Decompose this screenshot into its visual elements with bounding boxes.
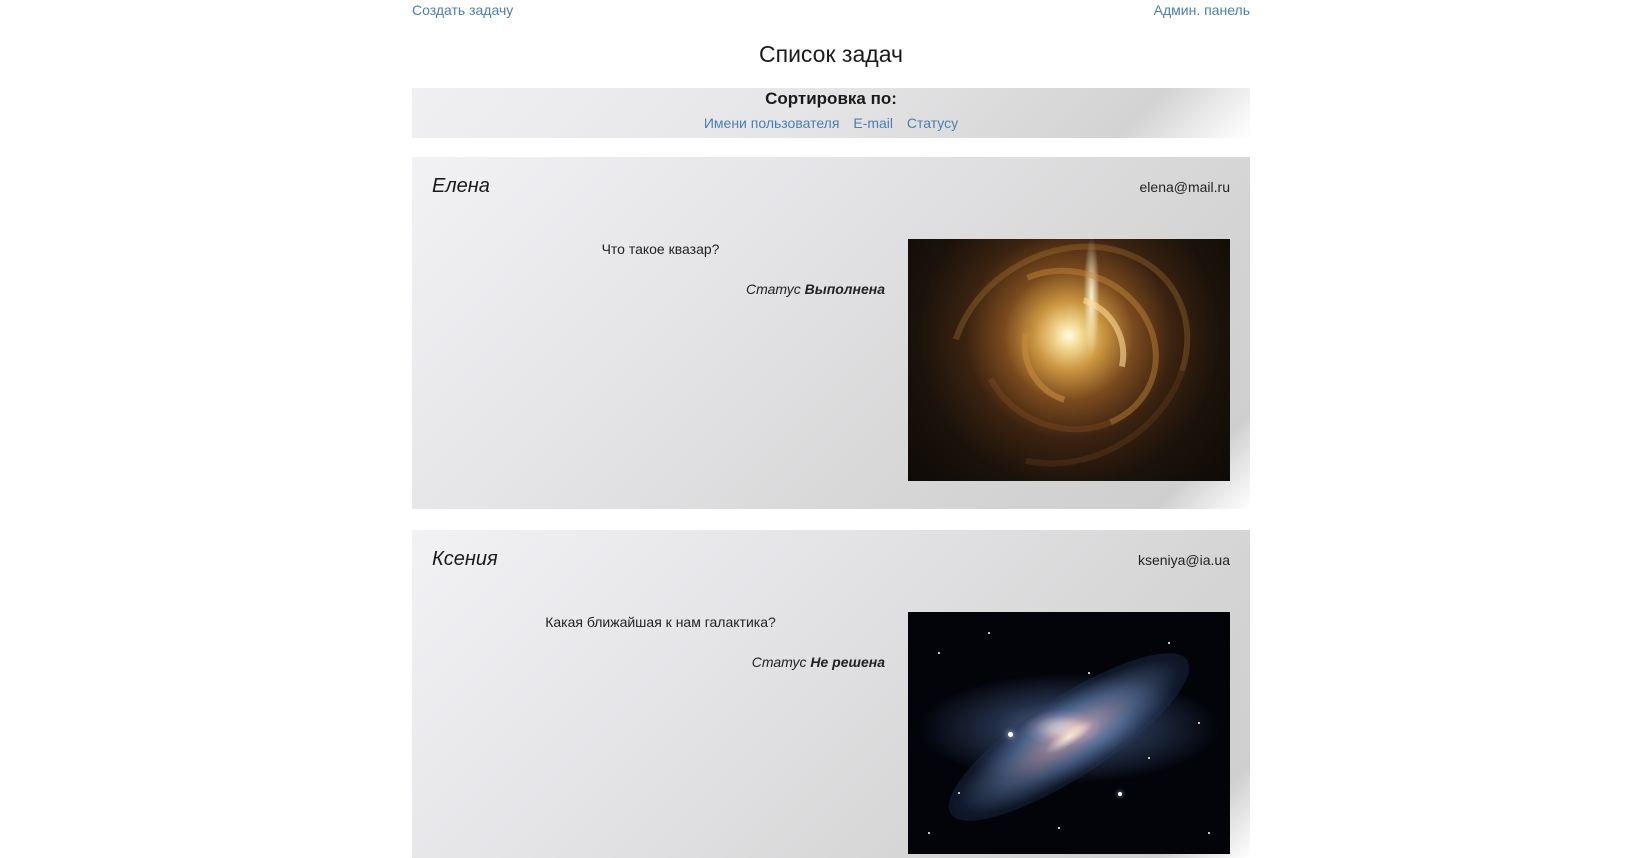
page-container: Создать задачу Админ. панель Список зада… — [412, 0, 1250, 138]
star — [1088, 672, 1090, 674]
top-nav: Создать задачу Админ. панель — [412, 0, 1250, 22]
sort-title: Сортировка по: — [765, 89, 897, 108]
task-user-name: Елена — [432, 175, 490, 197]
star — [1058, 827, 1060, 829]
star — [958, 792, 960, 794]
sort-by-email-link[interactable]: E-mail — [853, 115, 893, 131]
star — [1168, 642, 1170, 644]
task-card: Ксения kseniya@ia.ua Какая ближайшая к н… — [412, 530, 1250, 858]
sort-by-username-link[interactable]: Имени пользователя — [704, 115, 840, 131]
task-card: Елена elena@mail.ru Что такое квазар? Ст… — [412, 157, 1250, 509]
task-status: Статус Не решена — [432, 654, 885, 670]
star — [1008, 732, 1013, 737]
task-status: Статус Выполнена — [432, 281, 885, 297]
status-label: Статус — [751, 654, 807, 670]
star — [1148, 757, 1150, 759]
sort-panel: Сортировка по: Имени пользователя E-mail… — [412, 88, 1250, 138]
status-value: Не решена — [810, 654, 885, 670]
star — [928, 832, 930, 834]
task-text: Какая ближайшая к нам галактика? — [545, 614, 776, 630]
task-text: Что такое квазар? — [601, 241, 720, 257]
star — [1118, 792, 1122, 796]
quasar-image — [908, 239, 1230, 481]
sort-options: Имени пользователя E-mail Статусу — [412, 113, 1250, 133]
page-title: Список задач — [759, 41, 903, 67]
admin-panel-link[interactable]: Админ. панель — [1154, 2, 1250, 18]
task-email: kseniya@ia.ua — [1137, 552, 1230, 568]
star — [988, 632, 990, 634]
status-value: Выполнена — [804, 281, 885, 297]
task-user-name: Ксения — [432, 548, 498, 570]
galaxy-image — [908, 612, 1230, 854]
star — [1198, 722, 1200, 724]
create-task-link[interactable]: Создать задачу — [412, 2, 513, 18]
star — [938, 652, 940, 654]
sort-by-status-link[interactable]: Статусу — [907, 115, 958, 131]
task-email: elena@mail.ru — [1139, 179, 1230, 195]
star — [1208, 832, 1210, 834]
galaxy-disk — [928, 626, 1210, 848]
status-label: Статус — [745, 281, 801, 297]
